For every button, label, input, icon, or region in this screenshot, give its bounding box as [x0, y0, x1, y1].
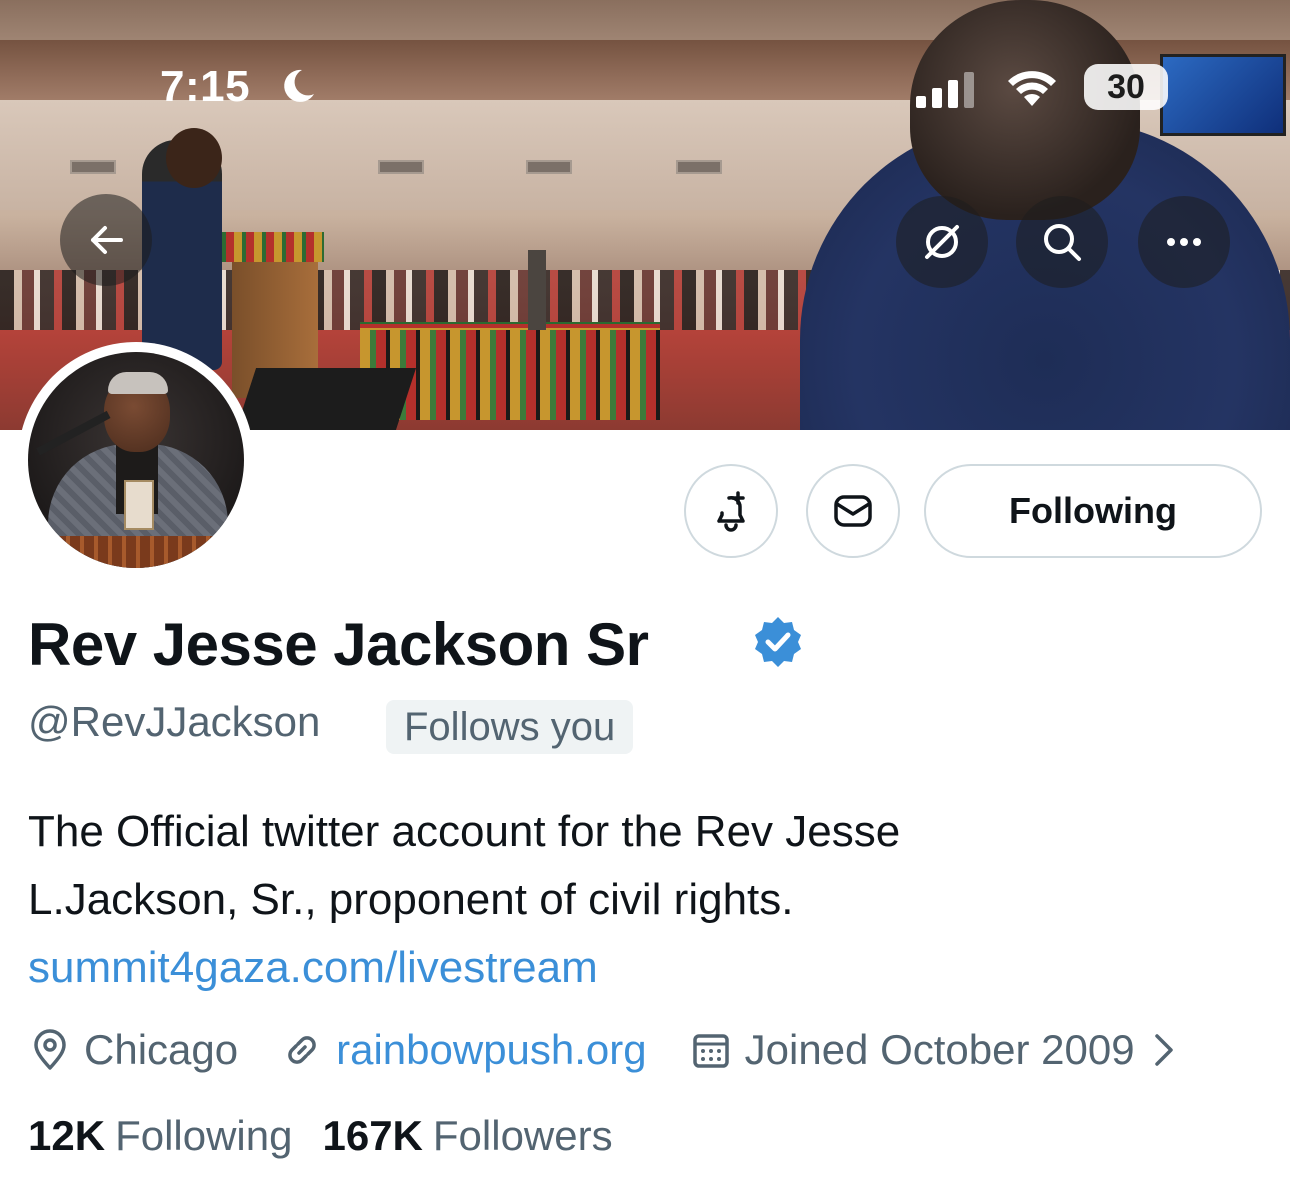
banner-foreground-head [910, 0, 1140, 220]
calendar-icon [692, 1034, 729, 1068]
profile-bio: The Official twitter account for the Rev… [28, 798, 1248, 1002]
notifications-button[interactable] [684, 464, 778, 558]
message-button[interactable] [806, 464, 900, 558]
following-stat[interactable]: 12K Following [28, 1112, 292, 1160]
following-count: 12K [28, 1112, 106, 1159]
profile-stats: 12K Following 167K Followers [28, 1112, 643, 1160]
bio-line: L.Jackson, Sr., proponent of civil right… [28, 875, 794, 924]
banner-tv [1160, 54, 1286, 136]
following-label: Following [115, 1112, 293, 1159]
search-icon [1044, 224, 1081, 261]
search-button[interactable] [1016, 196, 1108, 288]
arrow-left-icon [91, 226, 123, 254]
location-item: Chicago [28, 1026, 238, 1074]
avatar-desk [28, 536, 244, 568]
profile-handle: @RevJJackson [28, 698, 321, 745]
moon-icon [284, 69, 314, 102]
banner-vent [526, 160, 572, 174]
following-button[interactable]: Following [924, 464, 1262, 558]
status-time: 7:15 [160, 62, 251, 111]
banner-speaker-head [166, 128, 222, 188]
battery-indicator: 30 [1084, 64, 1168, 110]
wifi-icon [1008, 71, 1056, 106]
banner-cross [528, 250, 546, 330]
bio-link[interactable]: summit4gaza.com/livestream [28, 934, 1248, 1002]
location-pin-icon [34, 1029, 66, 1070]
grok-button[interactable] [896, 196, 988, 288]
display-name: Rev Jesse Jackson Sr [28, 611, 649, 678]
avatar-book [124, 480, 154, 530]
followers-label: Followers [432, 1112, 613, 1159]
follows-you-badge: Follows you [386, 700, 634, 754]
bio-line: The Official twitter account for the Rev… [28, 807, 901, 856]
link-icon [288, 1036, 316, 1064]
verified-badge-icon[interactable] [750, 614, 806, 670]
joined-text: Joined October 2009 [744, 1026, 1135, 1073]
avatar-hair [108, 372, 168, 394]
more-button[interactable] [1138, 196, 1230, 288]
banner-vent [70, 160, 116, 174]
bell-plus-icon [717, 491, 745, 532]
banner-vent [378, 160, 424, 174]
followers-stat[interactable]: 167K Followers [322, 1112, 612, 1160]
banner-kente [214, 232, 324, 262]
followers-count: 167K [322, 1112, 423, 1159]
avatar-photo [28, 352, 244, 568]
profile-avatar[interactable] [18, 342, 254, 578]
banner-vent [676, 160, 722, 174]
location-text: Chicago [84, 1026, 239, 1073]
profile-meta: Chicago rainbowpush.org Joined October 2… [28, 1020, 1179, 1080]
back-button[interactable] [60, 194, 152, 286]
website-link[interactable]: rainbowpush.org [336, 1026, 647, 1074]
website-item[interactable]: rainbowpush.org [280, 1026, 647, 1074]
grok-icon [925, 225, 959, 259]
chevron-right-icon [1154, 1034, 1173, 1066]
more-icon [1167, 238, 1201, 246]
joined-item[interactable]: Joined October 2009 [689, 1026, 1179, 1074]
banner-monitor [235, 368, 417, 430]
signal-icon [916, 72, 974, 108]
envelope-icon [834, 495, 872, 527]
